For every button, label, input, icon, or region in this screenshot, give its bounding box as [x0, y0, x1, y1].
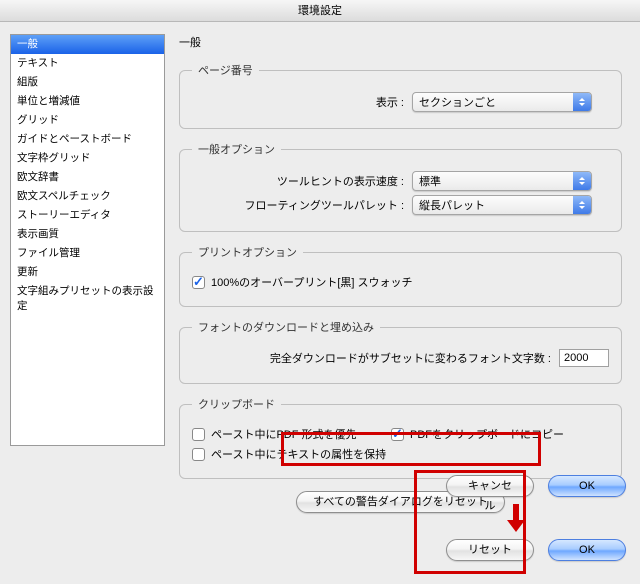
dialog-buttons: キャンセル OK リセット OK: [406, 470, 626, 566]
paste-pdf-first-checkbox[interactable]: [192, 428, 205, 441]
font-download-legend: フォントのダウンロードと埋め込み: [192, 319, 380, 335]
sidebar-item[interactable]: 表示画質: [11, 225, 164, 244]
ok-button[interactable]: OK: [548, 475, 626, 497]
chevron-updown-icon: [573, 93, 591, 111]
cancel-button[interactable]: キャンセル: [446, 475, 534, 497]
sidebar-item[interactable]: 組版: [11, 73, 164, 92]
copy-pdf-clipboard-label: PDFをクリップボードにコピー: [410, 426, 564, 442]
sidebar-item[interactable]: グリッド: [11, 111, 164, 130]
page-number-group: ページ番号 表示 : セクションごと: [179, 62, 622, 129]
sidebar-item[interactable]: テキスト: [11, 54, 164, 73]
reset-button[interactable]: リセット: [446, 539, 534, 561]
copy-pdf-clipboard-checkbox[interactable]: [391, 428, 404, 441]
sidebar-item[interactable]: 文字枠グリッド: [11, 149, 164, 168]
floating-palette-value: 縦長パレット: [413, 197, 573, 213]
floating-palette-select[interactable]: 縦長パレット: [412, 195, 592, 215]
page-number-legend: ページ番号: [192, 62, 259, 78]
page-number-display-label: 表示 :: [192, 94, 412, 110]
sidebar-item[interactable]: ストーリーエディタ: [11, 206, 164, 225]
sidebar-item[interactable]: 一般: [11, 35, 164, 54]
category-sidebar: 一般テキスト組版単位と増減値グリッドガイドとペーストボード文字枠グリッド欧文辞書…: [10, 34, 165, 446]
keep-text-attrs-checkbox[interactable]: [192, 448, 205, 461]
arrow-down-icon: [406, 502, 626, 534]
tooltip-speed-value: 標準: [413, 173, 573, 189]
floating-palette-label: フローティングツールパレット :: [192, 197, 412, 213]
keep-text-attrs-label: ペースト中にテキストの属性を保持: [211, 446, 386, 462]
general-options-legend: 一般オプション: [192, 141, 281, 157]
sidebar-item[interactable]: 単位と増減値: [11, 92, 164, 111]
overprint-black-label: 100%のオーバープリント[黒] スウォッチ: [211, 274, 413, 290]
general-options-group: 一般オプション ツールヒントの表示速度 : 標準 フローティングツールパレット …: [179, 141, 622, 232]
ok-button-2[interactable]: OK: [548, 539, 626, 561]
subset-threshold-label: 完全ダウンロードがサブセットに変わるフォント文字数 :: [192, 350, 559, 366]
sidebar-item[interactable]: ファイル管理: [11, 244, 164, 263]
sidebar-item[interactable]: 更新: [11, 263, 164, 282]
font-download-group: フォントのダウンロードと埋め込み 完全ダウンロードがサブセットに変わるフォント文…: [179, 319, 622, 384]
panel-heading: 一般: [179, 34, 622, 50]
content-area: 一般テキスト組版単位と増減値グリッドガイドとペーストボード文字枠グリッド欧文辞書…: [0, 22, 640, 513]
sidebar-item[interactable]: 欧文辞書: [11, 168, 164, 187]
clipboard-group: クリップボード ペースト中にPDF 形式を優先 PDFをクリップボードにコピー …: [179, 396, 622, 479]
paste-pdf-first-label: ペースト中にPDF 形式を優先: [211, 426, 391, 442]
clipboard-legend: クリップボード: [192, 396, 281, 412]
print-options-group: プリントオプション 100%のオーバープリント[黒] スウォッチ: [179, 244, 622, 307]
sidebar-item[interactable]: 文字組みプリセットの表示設定: [11, 282, 164, 316]
chevron-updown-icon: [573, 172, 591, 190]
print-options-legend: プリントオプション: [192, 244, 303, 260]
sidebar-item[interactable]: ガイドとペーストボード: [11, 130, 164, 149]
overprint-black-checkbox[interactable]: [192, 276, 205, 289]
subset-threshold-input[interactable]: [559, 349, 609, 367]
tooltip-speed-select[interactable]: 標準: [412, 171, 592, 191]
settings-panel: 一般 ページ番号 表示 : セクションごと 一般オプション ツールヒントの表示速…: [165, 34, 630, 513]
window-title: 環境設定: [0, 0, 640, 22]
page-number-display-value: セクションごと: [413, 94, 573, 110]
tooltip-speed-label: ツールヒントの表示速度 :: [192, 173, 412, 189]
sidebar-item[interactable]: 欧文スペルチェック: [11, 187, 164, 206]
chevron-updown-icon: [573, 196, 591, 214]
page-number-display-select[interactable]: セクションごと: [412, 92, 592, 112]
